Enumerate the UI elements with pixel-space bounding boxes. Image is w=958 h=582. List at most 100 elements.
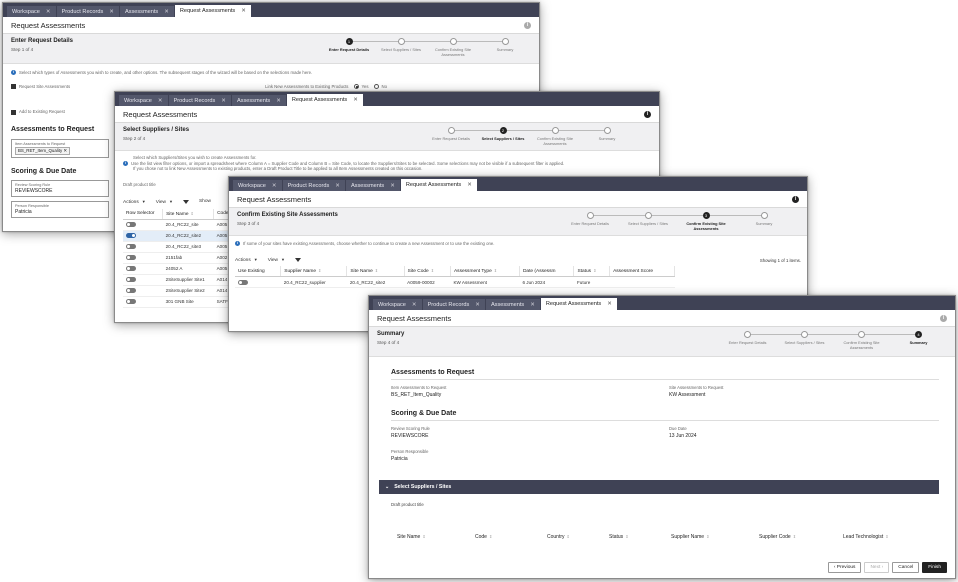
tab-workspace[interactable]: Workspace ✕ xyxy=(373,299,422,310)
sort-icon[interactable]: ⇕ xyxy=(318,269,321,273)
previous-button[interactable]: ‹ Previous xyxy=(827,562,862,573)
remove-icon[interactable]: ✕ xyxy=(63,148,67,153)
close-icon[interactable]: ✕ xyxy=(412,302,417,308)
close-icon[interactable]: ✕ xyxy=(46,9,51,15)
column-header[interactable]: Country ⇕ xyxy=(547,534,609,540)
item-assessments-field[interactable]: Item Assessments to Request BS_RET_Item_… xyxy=(11,138,109,158)
view-menu[interactable]: View ▼ xyxy=(268,257,285,263)
column-header[interactable]: Supplier Name ⇕ xyxy=(671,534,759,540)
column-header[interactable]: Status ⇕ xyxy=(573,266,611,278)
close-icon[interactable]: ✕ xyxy=(276,98,281,104)
row-selector-toggle[interactable] xyxy=(126,277,136,283)
filter-icon[interactable] xyxy=(182,199,189,204)
close-icon[interactable]: ✕ xyxy=(164,9,169,15)
scoring-rule-field[interactable]: Review Scoring Rule REVIEWSCORE xyxy=(11,179,109,197)
column-header[interactable]: Code ⇕ xyxy=(475,534,547,540)
table-row[interactable]: 2SiteSupplier Site2 A014 xyxy=(123,285,235,297)
train-step-1[interactable]: Enter Request Details xyxy=(561,212,648,226)
tab-product-records[interactable]: Product Records ✕ xyxy=(282,180,345,191)
close-icon[interactable]: ✕ xyxy=(475,302,480,308)
use-existing-toggle[interactable] xyxy=(238,280,248,285)
column-header[interactable]: Row Selector xyxy=(123,208,164,220)
tab-request-assessments[interactable]: Request Assessments ✕ xyxy=(400,179,477,191)
sort-icon[interactable]: ⇕ xyxy=(494,269,497,273)
column-header[interactable]: Site Name ⇕ xyxy=(346,266,405,278)
column-header[interactable]: Use Existing xyxy=(235,266,282,278)
close-icon[interactable]: ✕ xyxy=(221,98,226,104)
table-row[interactable]: 2151fab A002 xyxy=(123,252,235,264)
request-site-checkbox[interactable] xyxy=(11,84,16,90)
view-menu[interactable]: View ▼ xyxy=(156,199,173,205)
sort-icon[interactable]: ⇕ xyxy=(593,269,596,273)
sort-icon[interactable]: ⇕ xyxy=(625,535,628,539)
row-selector-toggle[interactable] xyxy=(126,233,136,239)
row-selector-toggle[interactable] xyxy=(126,244,136,250)
column-header[interactable]: Assessment Score xyxy=(609,266,675,278)
tab-assessments[interactable]: Assessments ✕ xyxy=(345,180,400,191)
cancel-button[interactable]: Cancel xyxy=(892,562,920,573)
table-row[interactable]: 20.4_RC22_supplier 20.4_RC22_site2 A0059… xyxy=(235,276,675,289)
tab-request-assessments[interactable]: Request Assessments ✕ xyxy=(540,298,617,310)
info-icon[interactable]: i xyxy=(940,314,947,322)
table-row[interactable]: 20.4_RC22_site2 A005 xyxy=(123,230,235,242)
table-row[interactable]: 20.4_RC22_site3 A005 xyxy=(123,241,235,253)
tab-workspace[interactable]: Workspace ✕ xyxy=(233,180,282,191)
column-header[interactable]: Assessment Type ⇕ xyxy=(450,266,520,278)
table-row[interactable]: 301 GNB Site SATF xyxy=(123,296,235,308)
close-icon[interactable]: ✕ xyxy=(353,97,358,103)
table-row[interactable]: 2SiteSupplier Site1 A014 xyxy=(123,274,235,286)
info-icon[interactable]: i xyxy=(524,21,531,29)
sort-icon[interactable]: ⇕ xyxy=(706,535,709,539)
close-icon[interactable]: ✕ xyxy=(272,183,277,189)
tab-assessments[interactable]: Assessments ✕ xyxy=(119,6,174,17)
suppliers-sites-section-bar[interactable]: ⌄ Select Suppliers / Sites xyxy=(379,480,939,494)
column-header[interactable]: Lead Technologist ⇕ xyxy=(843,534,888,540)
train-step-1[interactable]: 1 Enter Request Details xyxy=(323,38,401,52)
show-menu[interactable]: Show xyxy=(199,199,211,204)
actions-menu[interactable]: Actions ▼ xyxy=(235,257,258,263)
train-step-1[interactable]: Enter Request Details xyxy=(719,331,805,345)
sort-icon[interactable]: ⇕ xyxy=(793,535,796,539)
yes-radio[interactable] xyxy=(354,84,360,90)
tab-workspace[interactable]: Workspace ✕ xyxy=(7,6,56,17)
row-selector-toggle[interactable] xyxy=(126,266,136,272)
column-header[interactable]: Status ⇕ xyxy=(609,534,671,540)
sort-icon[interactable]: ⇕ xyxy=(191,212,194,216)
row-selector-toggle[interactable] xyxy=(126,288,136,294)
train-step-1[interactable]: Enter Request Details xyxy=(425,127,503,141)
next-button[interactable]: Next › xyxy=(864,562,890,573)
tab-product-records[interactable]: Product Records ✕ xyxy=(168,95,231,106)
tab-assessments[interactable]: Assessments ✕ xyxy=(485,299,540,310)
close-icon[interactable]: ✕ xyxy=(335,183,340,189)
row-selector-toggle[interactable] xyxy=(126,299,136,305)
actions-menu[interactable]: Actions ▼ xyxy=(123,199,146,205)
tab-product-records[interactable]: Product Records ✕ xyxy=(422,299,485,310)
close-icon[interactable]: ✕ xyxy=(158,98,163,104)
close-icon[interactable]: ✕ xyxy=(467,182,472,188)
close-icon[interactable]: ✕ xyxy=(390,183,395,189)
person-responsible-field[interactable]: Person Responsible Patricia xyxy=(11,200,109,218)
close-icon[interactable]: ✕ xyxy=(241,8,246,14)
no-radio[interactable] xyxy=(374,84,380,90)
tab-request-assessments[interactable]: Request Assessments ✕ xyxy=(286,94,363,106)
close-icon[interactable]: ✕ xyxy=(530,302,535,308)
tab-workspace[interactable]: Workspace ✕ xyxy=(119,95,168,106)
table-row[interactable]: 20.4_RC22_site A005 xyxy=(123,219,235,231)
column-header[interactable]: Site Name ⇕ xyxy=(162,208,215,220)
info-icon[interactable]: i xyxy=(792,195,799,203)
column-header[interactable]: Site Code ⇕ xyxy=(404,266,451,278)
selected-chip[interactable]: BS_RET_Item_Quality ✕ xyxy=(15,146,71,155)
tab-request-assessments[interactable]: Request Assessments ✕ xyxy=(174,5,251,17)
sort-icon[interactable]: ⇕ xyxy=(431,269,434,273)
filter-icon[interactable] xyxy=(294,258,301,263)
row-selector-toggle[interactable] xyxy=(126,222,136,228)
sort-icon[interactable]: ⇕ xyxy=(375,269,378,273)
info-icon[interactable]: i xyxy=(644,110,651,118)
column-header[interactable]: Supplier Name ⇕ xyxy=(280,266,348,278)
close-icon[interactable]: ✕ xyxy=(607,301,612,307)
add-existing-checkbox[interactable] xyxy=(11,109,16,115)
sort-icon[interactable]: ⇕ xyxy=(489,535,492,539)
column-header[interactable]: Supplier Code ⇕ xyxy=(759,534,843,540)
column-header[interactable]: Date (Assessm xyxy=(519,266,575,278)
tab-assessments[interactable]: Assessments ✕ xyxy=(231,95,286,106)
